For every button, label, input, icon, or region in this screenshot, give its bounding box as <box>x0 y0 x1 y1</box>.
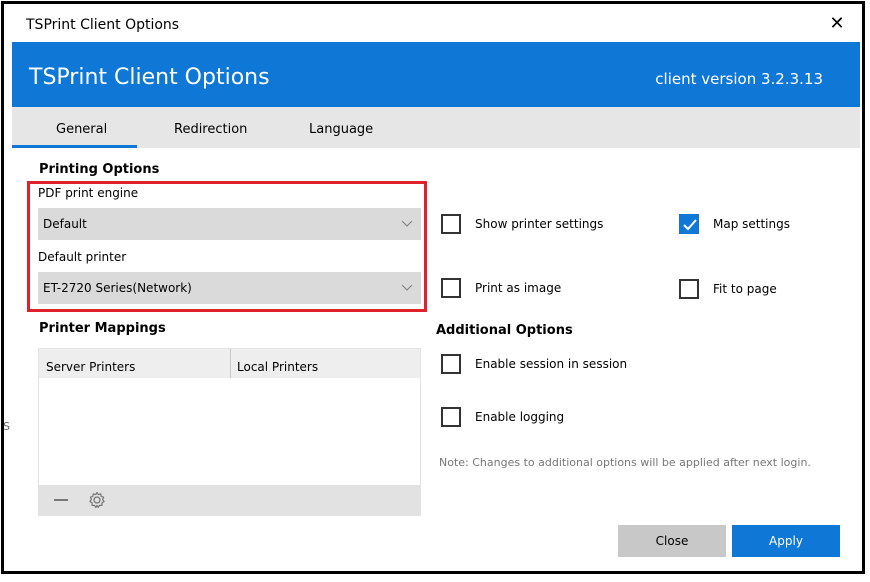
table-footer <box>39 485 420 515</box>
default-printer-select[interactable]: ET-2720 Series(Network) <box>38 272 421 304</box>
pdf-engine-value: Default <box>43 217 87 231</box>
apply-button[interactable]: Apply <box>732 525 840 557</box>
tab-general[interactable]: General <box>56 122 107 137</box>
additional-options-title: Additional Options <box>436 323 573 338</box>
stray-text: S <box>3 420 10 433</box>
checkbox-square <box>441 278 461 298</box>
client-version: client version 3.2.3.13 <box>655 70 823 88</box>
additional-options-note: Note: Changes to additional options will… <box>439 456 811 469</box>
session-in-session-label: Enable session in session <box>475 357 628 371</box>
chevron-down-icon <box>401 284 413 291</box>
minus-icon[interactable] <box>54 499 68 501</box>
checkbox-square <box>441 214 461 234</box>
window-title: TSPrint Client Options <box>26 17 180 33</box>
tab-redirection[interactable]: Redirection <box>174 122 247 137</box>
close-icon[interactable]: ✕ <box>828 15 846 33</box>
show-printer-settings-label: Show printer settings <box>475 217 604 231</box>
tab-strip: General Redirection Language <box>12 107 860 148</box>
close-button[interactable]: Close <box>618 525 726 557</box>
default-printer-value: ET-2720 Series(Network) <box>43 281 192 295</box>
fit-to-page-label: Fit to page <box>713 282 777 296</box>
checkmark-icon <box>683 219 697 231</box>
printing-options-title: Printing Options <box>39 162 160 177</box>
checkbox-square <box>441 407 461 427</box>
pdf-engine-select[interactable]: Default <box>38 208 421 240</box>
column-server-printers[interactable]: Server Printers <box>46 360 135 374</box>
checkbox-square <box>679 214 699 234</box>
printer-mappings-title: Printer Mappings <box>39 321 166 336</box>
table-header: Server Printers Local Printers <box>39 349 420 378</box>
enable-logging-label: Enable logging <box>475 410 565 424</box>
banner-title: TSPrint Client Options <box>29 65 270 90</box>
selected-tab-indicator <box>12 145 137 148</box>
column-divider[interactable] <box>230 349 231 378</box>
chevron-down-icon <box>401 220 413 227</box>
checkbox-square <box>441 354 461 374</box>
header-banner: TSPrint Client Options client version 3.… <box>12 42 860 107</box>
pdf-engine-label: PDF print engine <box>38 186 139 200</box>
column-local-printers[interactable]: Local Printers <box>237 360 318 374</box>
printer-mappings-table: Server Printers Local Printers <box>38 348 421 516</box>
gear-icon[interactable] <box>88 491 106 509</box>
map-settings-label: Map settings <box>713 217 790 231</box>
checkbox-square <box>679 279 699 299</box>
tab-language[interactable]: Language <box>309 122 373 137</box>
default-printer-label: Default printer <box>38 250 127 264</box>
print-as-image-label: Print as image <box>475 281 562 295</box>
